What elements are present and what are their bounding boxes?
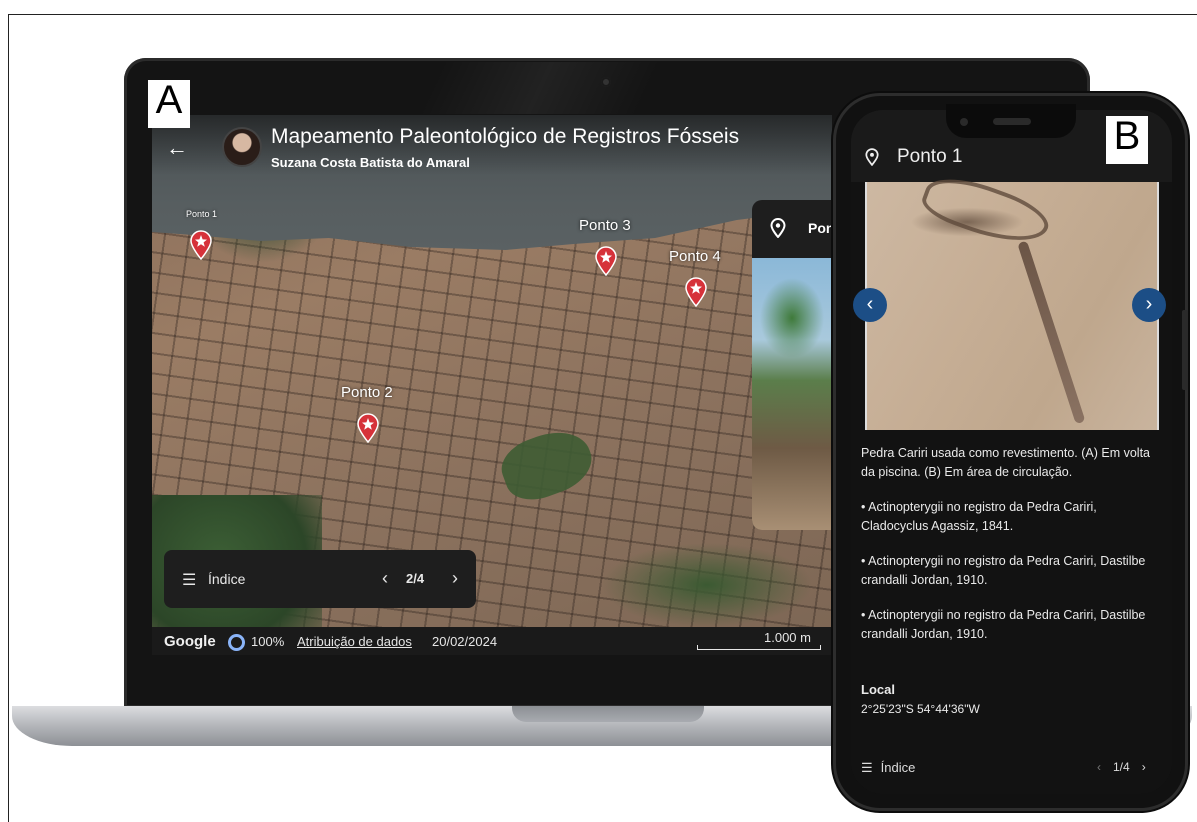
laptop-hinge-notch: [512, 706, 704, 722]
map-pin-ponto-4[interactable]: [684, 277, 708, 307]
card-title: Ponto 1: [808, 220, 832, 236]
point-photo[interactable]: [752, 258, 832, 530]
webcam-icon: [601, 77, 611, 87]
phone-index[interactable]: ☰ Índice: [861, 760, 915, 776]
map-pin-ponto-3[interactable]: [594, 246, 618, 276]
google-logo: Google: [164, 633, 216, 650]
phone-point-title: Ponto 1: [897, 146, 963, 167]
point-detail-card[interactable]: Ponto 1: [752, 200, 832, 530]
phone-pager: ‹ 1/4 ›: [1097, 760, 1146, 774]
map-author: Suzana Costa Batista do Amaral: [271, 155, 470, 170]
prev-chevron-icon[interactable]: ‹: [382, 568, 388, 589]
location-pin-icon: [770, 218, 786, 238]
panel-label-b: B: [1106, 116, 1148, 164]
index-panel: ☰ Índice ‹ 2/4 ›: [164, 550, 476, 608]
laptop-screen: ← Mapeamento Paleontológico de Registros…: [152, 115, 832, 655]
phone-point-counter: 1/4: [1113, 760, 1130, 774]
phone-screen: Ponto 1 ‹ › Pedra Cariri usada como reve…: [851, 110, 1172, 794]
pin-label-ponto-1: Ponto 1: [186, 209, 218, 219]
list-icon: ☰: [861, 760, 873, 775]
fossil-body-shape: [1017, 240, 1086, 425]
pin-label-ponto-4: Ponto 4: [669, 248, 721, 265]
point-description: Pedra Cariri usada como revestimento. (A…: [861, 444, 1167, 660]
index-label[interactable]: Índice: [208, 571, 245, 587]
photo-prev-button[interactable]: ‹: [853, 288, 887, 322]
zoom-ring-icon: [228, 634, 245, 651]
description-paragraph: Pedra Cariri usada como revestimento. (A…: [861, 446, 1150, 479]
photo-next-button[interactable]: ›: [1132, 288, 1166, 322]
pin-label-ponto-2: Ponto 2: [341, 384, 393, 401]
location-pin-icon: [865, 148, 879, 166]
pin-label-ponto-3: Ponto 3: [579, 217, 631, 234]
zoom-level: 100%: [251, 634, 285, 649]
map-pin-ponto-2[interactable]: [356, 413, 380, 443]
panel-label-a: A: [148, 80, 190, 128]
lid-glare: [417, 62, 663, 114]
phone-side-button: [1182, 310, 1188, 390]
list-icon[interactable]: ☰: [182, 570, 196, 590]
front-camera-icon: [960, 118, 968, 126]
map-pin-ponto-1[interactable]: [189, 230, 213, 260]
author-avatar: [222, 127, 262, 167]
data-attribution-link[interactable]: Atribuição de dados: [297, 634, 412, 649]
description-paragraph: • Actinopterygii no registro da Pedra Ca…: [861, 608, 1146, 641]
description-paragraph: • Actinopterygii no registro da Pedra Ca…: [861, 554, 1146, 587]
point-counter: 2/4: [406, 571, 425, 586]
phone-index-label: Índice: [880, 760, 916, 775]
next-chevron-icon[interactable]: ›: [452, 568, 458, 589]
prev-chevron-icon[interactable]: ‹: [1097, 760, 1101, 774]
map-title: Mapeamento Paleontológico de Registros F…: [271, 125, 740, 148]
scale-bar: [697, 645, 821, 650]
description-paragraph: • Actinopterygii no registro da Pedra Ca…: [861, 500, 1097, 533]
map-footer: Google 100% Atribuição de dados 20/02/20…: [152, 627, 832, 655]
next-chevron-icon[interactable]: ›: [1142, 760, 1146, 774]
fossil-photo[interactable]: [865, 166, 1159, 430]
scale-label: 1.000 m: [764, 630, 811, 645]
local-coordinates: 2°25'23"S 54°44'36"W: [861, 702, 980, 716]
local-label: Local: [861, 682, 895, 697]
back-arrow-icon[interactable]: ←: [166, 137, 188, 159]
imagery-date: 20/02/2024: [432, 634, 498, 649]
phone-speaker: [993, 118, 1031, 125]
